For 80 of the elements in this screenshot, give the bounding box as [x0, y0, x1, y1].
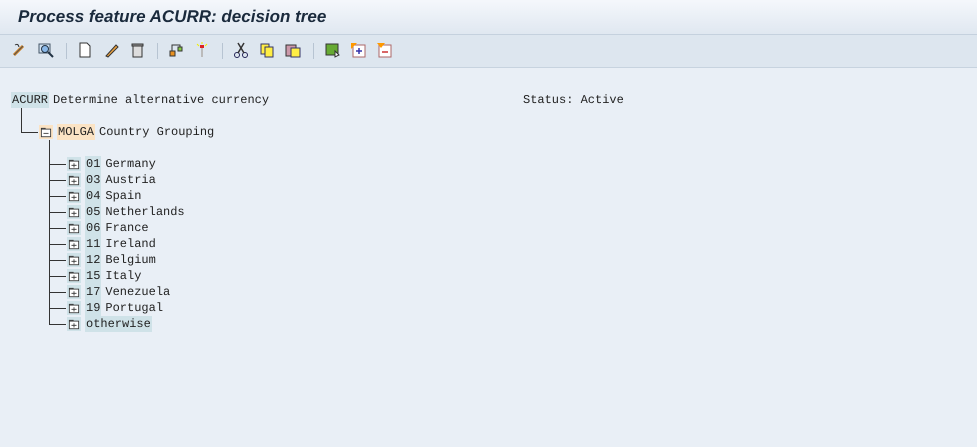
screen-icon [324, 42, 340, 58]
hierarchy-icon [168, 42, 184, 58]
tree-connector [49, 300, 66, 309]
node-code[interactable]: 03 [85, 172, 102, 188]
expand-icon[interactable] [67, 237, 81, 251]
magnifier-icon [38, 42, 54, 58]
tree-connector [49, 220, 66, 229]
node-text: Germany [105, 156, 156, 172]
tree-connector [49, 252, 66, 261]
screen-button[interactable] [324, 42, 342, 60]
expand-button[interactable] [350, 42, 368, 60]
node-code[interactable]: 17 [85, 284, 102, 300]
tree-line [49, 164, 50, 172]
tree-connector [49, 140, 66, 165]
expand-icon[interactable] [67, 205, 81, 219]
tree-line [49, 244, 50, 252]
node-code[interactable]: 15 [85, 268, 102, 284]
node-code[interactable]: 11 [85, 236, 102, 252]
tree-connector [49, 268, 66, 277]
node-text: Belgium [105, 252, 156, 268]
node-code[interactable]: ACURR [11, 92, 50, 108]
collapse-icon [376, 42, 392, 58]
node-code[interactable]: MOLGA [57, 124, 96, 140]
node-code[interactable]: 06 [85, 220, 102, 236]
tree-connector [49, 172, 66, 181]
node-code[interactable]: 04 [85, 188, 102, 204]
node-text: Italy [105, 268, 142, 284]
clipboard-button[interactable] [285, 42, 303, 60]
expand-icon[interactable] [67, 173, 81, 187]
copy-icon [259, 42, 275, 58]
tree-connector [49, 204, 66, 213]
collapse-icon[interactable] [39, 125, 53, 139]
tree-line [49, 260, 50, 268]
node-text: Venezuela [105, 284, 170, 300]
expand-icon[interactable] [67, 317, 81, 331]
node-text: Country Grouping [99, 124, 214, 140]
node-code[interactable]: 19 [85, 300, 102, 316]
tree-connector [49, 316, 66, 325]
node-code[interactable]: 01 [85, 156, 102, 172]
expand-icon [350, 42, 366, 58]
tree-connector [49, 236, 66, 245]
tree-line [49, 292, 50, 300]
tree-line [49, 228, 50, 236]
tree-line [49, 308, 50, 316]
node-text: Portugal [105, 300, 164, 316]
node-code[interactable]: otherwise [85, 316, 152, 332]
node-code[interactable]: 12 [85, 252, 102, 268]
node-text: Austria [105, 172, 156, 188]
expand-icon[interactable] [67, 301, 81, 315]
tree-line [49, 180, 50, 188]
pencil-button[interactable] [103, 42, 121, 60]
expand-icon[interactable] [67, 285, 81, 299]
tree-line [49, 212, 50, 220]
spark-icon [194, 42, 210, 58]
node-text: Ireland [105, 236, 156, 252]
expand-icon[interactable] [67, 269, 81, 283]
node-text: Determine alternative currency [53, 92, 270, 108]
tree-connector [49, 284, 66, 293]
scissors-button[interactable] [233, 42, 251, 60]
pencil-icon [103, 42, 119, 58]
node-text: Netherlands [105, 204, 185, 220]
trash-icon [129, 42, 145, 58]
tree-line [49, 196, 50, 204]
node-text: Spain [105, 188, 142, 204]
expand-icon[interactable] [67, 189, 81, 203]
tree-connector [49, 188, 66, 197]
collapse-button[interactable] [376, 42, 394, 60]
expand-icon[interactable] [67, 221, 81, 235]
scissors-icon [233, 42, 249, 58]
node-code[interactable]: 05 [85, 204, 102, 220]
tree-line [49, 276, 50, 284]
clipboard-icon [285, 42, 301, 58]
status-text: Status: Active [523, 92, 624, 108]
magnifier-button[interactable] [38, 42, 56, 60]
tree-connector [21, 108, 38, 133]
document-icon [77, 42, 93, 58]
expand-icon[interactable] [67, 157, 81, 171]
window-title: Process feature ACURR: decision tree [18, 7, 326, 26]
node-text: France [105, 220, 149, 236]
expand-icon[interactable] [67, 253, 81, 267]
